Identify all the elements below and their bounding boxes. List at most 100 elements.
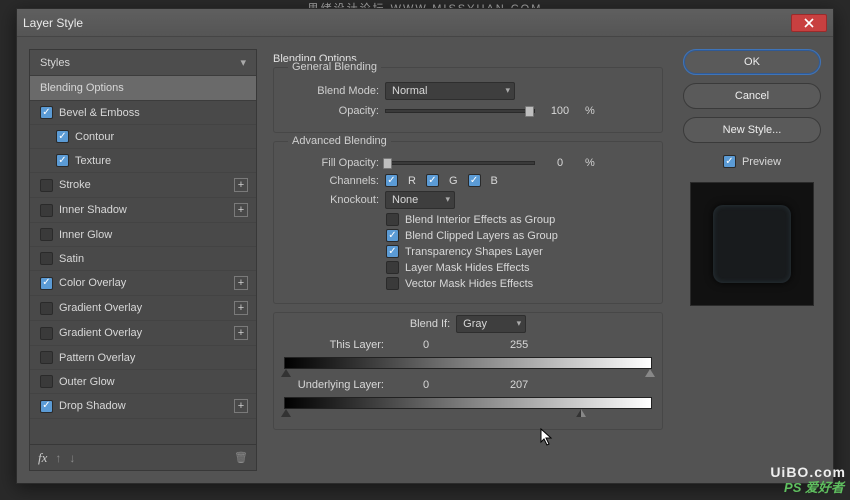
close-button[interactable] <box>791 14 827 32</box>
checkbox-icon[interactable] <box>40 327 53 340</box>
add-icon[interactable]: + <box>234 399 248 413</box>
style-color-overlay[interactable]: Color Overlay + <box>30 271 256 296</box>
add-icon[interactable]: + <box>234 276 248 290</box>
checkbox-icon[interactable] <box>40 400 53 413</box>
style-label: Satin <box>59 253 248 265</box>
style-label: Stroke <box>59 179 228 191</box>
fill-opacity-unit: % <box>585 157 595 169</box>
style-inner-glow[interactable]: Inner Glow <box>30 223 256 247</box>
style-drop-shadow[interactable]: Drop Shadow + <box>30 394 256 419</box>
opt-transparency-label: Transparency Shapes Layer <box>405 246 543 258</box>
checkbox-icon[interactable] <box>386 213 399 226</box>
checkbox-icon[interactable] <box>40 302 53 315</box>
opt-clipped-label: Blend Clipped Layers as Group <box>405 230 558 242</box>
group-legend: General Blending <box>288 61 381 73</box>
style-stroke[interactable]: Stroke + <box>30 173 256 198</box>
channel-g-checkbox[interactable] <box>426 174 439 187</box>
channel-b-checkbox[interactable] <box>468 174 481 187</box>
gradient-stop-icon[interactable] <box>281 369 291 377</box>
checkbox-icon[interactable] <box>40 204 53 217</box>
new-style-button[interactable]: New Style... <box>683 117 821 143</box>
style-gradient-overlay-1[interactable]: Gradient Overlay + <box>30 296 256 321</box>
blend-mode-select[interactable]: Normal <box>385 82 515 100</box>
style-outer-glow[interactable]: Outer Glow <box>30 370 256 394</box>
arrow-up-icon[interactable]: ↑ <box>55 451 61 465</box>
style-inner-shadow[interactable]: Inner Shadow + <box>30 198 256 223</box>
checkbox-icon[interactable] <box>386 245 399 258</box>
channel-r-checkbox[interactable] <box>385 174 398 187</box>
fill-opacity-slider[interactable] <box>385 161 535 165</box>
this-layer-label: This Layer: <box>284 339 384 351</box>
gradient-stop-split-icon[interactable] <box>576 409 586 417</box>
checkbox-icon[interactable] <box>40 375 53 388</box>
trash-icon[interactable]: 🗑 <box>234 451 248 464</box>
styles-header-label: Styles <box>40 57 70 69</box>
opacity-slider[interactable] <box>385 109 535 113</box>
slider-thumb-icon[interactable] <box>525 106 534 117</box>
styles-toolbar: fx ↑ ↓ 🗑 <box>29 445 257 471</box>
channels-label: Channels: <box>284 175 379 187</box>
arrow-down-icon[interactable]: ↓ <box>69 451 75 465</box>
underlying-layer-label: Underlying Layer: <box>284 379 384 391</box>
opacity-value[interactable]: 100 <box>541 104 579 118</box>
this-layer-high: 255 <box>494 339 544 351</box>
style-blending-options[interactable]: Blending Options <box>30 76 256 101</box>
preview-checkbox[interactable] <box>723 155 736 168</box>
add-icon[interactable]: + <box>234 301 248 315</box>
checkbox-icon[interactable] <box>40 228 53 241</box>
checkbox-icon[interactable] <box>40 252 53 265</box>
gradient-stop-icon[interactable] <box>645 369 655 377</box>
ok-button[interactable]: OK <box>683 49 821 75</box>
checkbox-icon[interactable] <box>386 277 399 290</box>
style-label: Inner Shadow <box>59 204 228 216</box>
select-value: Normal <box>392 85 427 97</box>
styles-header[interactable]: Styles ▾ <box>30 50 256 76</box>
add-icon[interactable]: + <box>234 178 248 192</box>
fill-opacity-value[interactable]: 0 <box>541 156 579 170</box>
checkbox-icon[interactable] <box>386 261 399 274</box>
opt-interior-label: Blend Interior Effects as Group <box>405 214 555 226</box>
opt-vector-mask-label: Vector Mask Hides Effects <box>405 278 533 290</box>
advanced-blending-group: Advanced Blending Fill Opacity: 0 % Chan… <box>273 141 663 304</box>
checkbox-icon[interactable] <box>40 277 53 290</box>
select-value: None <box>392 194 418 206</box>
underlying-high: 207 <box>494 379 544 391</box>
style-pattern-overlay[interactable]: Pattern Overlay <box>30 346 256 370</box>
add-icon[interactable]: + <box>234 203 248 217</box>
knockout-select[interactable]: None <box>385 191 455 209</box>
checkbox-icon[interactable] <box>56 154 69 167</box>
style-texture[interactable]: Texture <box>30 149 256 173</box>
underlying-gradient[interactable] <box>284 397 652 409</box>
gradient-stop-icon[interactable] <box>281 409 291 417</box>
blend-if-select[interactable]: Gray <box>456 315 526 333</box>
this-layer-low: 0 <box>401 339 451 351</box>
blend-if-group: Blend If: Gray This Layer: 0 255 Underly… <box>273 312 663 430</box>
select-value: Gray <box>463 318 487 330</box>
watermark-bottom: UiBO.com <box>770 464 846 480</box>
checkbox-icon[interactable] <box>40 351 53 364</box>
style-gradient-overlay-2[interactable]: Gradient Overlay + <box>30 321 256 346</box>
blend-if-label: Blend If: <box>410 318 450 330</box>
general-blending-group: General Blending Blend Mode: Normal Opac… <box>273 67 663 133</box>
checkbox-icon[interactable] <box>56 130 69 143</box>
layer-style-dialog: Layer Style Styles ▾ Blending Options Be… <box>16 8 834 484</box>
chevron-down-icon: ▾ <box>240 56 246 69</box>
style-contour[interactable]: Contour <box>30 125 256 149</box>
style-label: Texture <box>75 155 248 167</box>
style-label: Outer Glow <box>59 376 248 388</box>
preview-thumbnail <box>713 205 791 283</box>
checkbox-icon[interactable] <box>40 179 53 192</box>
checkbox-icon[interactable] <box>386 229 399 242</box>
style-bevel-emboss[interactable]: Bevel & Emboss <box>30 101 256 125</box>
fx-icon[interactable]: fx <box>38 450 47 466</box>
channel-b-label: B <box>491 175 498 187</box>
fill-opacity-label: Fill Opacity: <box>284 157 379 169</box>
this-layer-gradient[interactable] <box>284 357 652 369</box>
titlebar: Layer Style <box>17 9 833 37</box>
add-icon[interactable]: + <box>234 326 248 340</box>
channel-g-label: G <box>449 175 458 187</box>
style-satin[interactable]: Satin <box>30 247 256 271</box>
checkbox-icon[interactable] <box>40 106 53 119</box>
slider-thumb-icon[interactable] <box>383 158 392 169</box>
cancel-button[interactable]: Cancel <box>683 83 821 109</box>
